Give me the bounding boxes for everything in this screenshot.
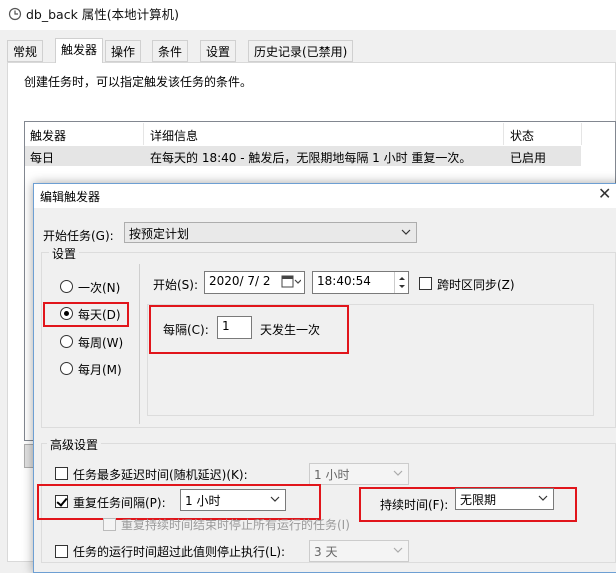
duration-dropdown[interactable]: 无限期 bbox=[455, 488, 554, 510]
sync-timezones-label[interactable]: 跨时区同步(Z) bbox=[437, 276, 515, 293]
delay-label[interactable]: 任务最多延迟时间(随机延迟)(K): bbox=[73, 466, 248, 483]
chevron-down-icon bbox=[268, 491, 282, 507]
chevron-down-icon bbox=[391, 542, 405, 558]
start-date-value: 2020/ 7/ 2 bbox=[209, 274, 271, 288]
tab-triggers[interactable]: 触发器 bbox=[55, 38, 104, 63]
settings-group-label: 设置 bbox=[49, 245, 80, 262]
radio-monthly[interactable] bbox=[60, 362, 73, 375]
radio-once[interactable] bbox=[60, 280, 73, 293]
table-cell-trigger: 每日 bbox=[30, 151, 55, 165]
tab-actions[interactable]: 操作 bbox=[105, 40, 142, 62]
clock-icon bbox=[8, 7, 22, 21]
radio-daily[interactable] bbox=[60, 307, 73, 320]
dialog-titlebar bbox=[34, 184, 616, 208]
column-divider[interactable] bbox=[581, 123, 582, 145]
stop-longer-dropdown[interactable]: 3 天 bbox=[309, 540, 409, 562]
stop-at-end-checkbox[interactable] bbox=[103, 518, 116, 531]
delay-checkbox[interactable] bbox=[55, 467, 68, 480]
repeat-label[interactable]: 重复任务间隔(P): bbox=[73, 494, 166, 511]
tab-history[interactable]: 历史记录(已禁用) bbox=[248, 40, 354, 62]
tab-settings[interactable]: 设置 bbox=[200, 40, 237, 62]
column-header-details[interactable]: 详细信息 bbox=[150, 125, 198, 145]
begin-task-dropdown[interactable]: 按预定计划 bbox=[124, 222, 417, 243]
advanced-settings-label: 高级设置 bbox=[47, 436, 102, 453]
column-divider[interactable] bbox=[503, 123, 504, 145]
stop-at-end-label[interactable]: 重复持续时间结束时停止所有运行的任务(I) bbox=[121, 516, 350, 533]
dialog-title: 编辑触发器 bbox=[40, 190, 101, 204]
spin-up-icon[interactable] bbox=[394, 272, 408, 282]
column-header-status[interactable]: 状态 bbox=[510, 125, 534, 145]
stop-longer-value: 3 天 bbox=[314, 545, 338, 559]
radio-weekly-label[interactable]: 每周(W) bbox=[78, 334, 123, 351]
delay-dropdown[interactable]: 1 小时 bbox=[309, 463, 409, 485]
radio-once-label[interactable]: 一次(N) bbox=[78, 279, 120, 296]
radio-monthly-label[interactable]: 每月(M) bbox=[78, 361, 122, 378]
column-divider[interactable] bbox=[143, 123, 144, 145]
chevron-down-icon bbox=[399, 224, 413, 240]
repeat-checkbox[interactable] bbox=[55, 495, 68, 508]
recur-label: 每隔(C): bbox=[163, 323, 209, 337]
recur-suffix: 天发生一次 bbox=[260, 323, 321, 337]
repeat-interval-dropdown[interactable]: 1 小时 bbox=[180, 489, 286, 511]
sync-timezones-checkbox[interactable] bbox=[419, 277, 432, 290]
stop-longer-label[interactable]: 任务的运行时间超过此值则停止执行(L): bbox=[73, 543, 285, 560]
recur-days-input[interactable]: 1 bbox=[217, 316, 252, 339]
begin-task-value: 按预定计划 bbox=[129, 227, 190, 241]
window-title: db_back 属性(本地计算机) bbox=[26, 7, 180, 22]
begin-task-label: 开始任务(G): bbox=[43, 229, 114, 243]
stop-longer-checkbox[interactable] bbox=[55, 545, 68, 558]
duration-value: 无限期 bbox=[460, 493, 497, 507]
start-time-value: 18:40:54 bbox=[317, 274, 371, 288]
tab-conditions[interactable]: 条件 bbox=[152, 40, 189, 62]
start-date-picker[interactable]: 2020/ 7/ 2 bbox=[204, 271, 305, 294]
table-cell-status: 已启用 bbox=[510, 151, 547, 165]
triggers-description: 创建任务时，可以指定触发该任务的条件。 bbox=[24, 75, 253, 89]
delay-value: 1 小时 bbox=[314, 468, 350, 482]
close-icon[interactable]: ✕ bbox=[598, 184, 611, 203]
start-label: 开始(S): bbox=[153, 278, 199, 292]
spin-down-icon[interactable] bbox=[394, 282, 408, 293]
settings-divider bbox=[139, 264, 140, 424]
repeat-interval-value: 1 小时 bbox=[185, 494, 221, 508]
calendar-dropdown-icon[interactable] bbox=[281, 275, 302, 292]
chevron-down-icon bbox=[536, 490, 550, 506]
radio-weekly[interactable] bbox=[60, 335, 73, 348]
chevron-down-icon bbox=[391, 465, 405, 481]
radio-daily-label[interactable]: 每天(D) bbox=[78, 306, 121, 323]
column-header-trigger[interactable]: 触发器 bbox=[30, 125, 66, 145]
tab-general[interactable]: 常规 bbox=[7, 40, 44, 62]
table-cell-details: 在每天的 18:40 - 触发后，无限期地每隔 1 小时 重复一次。 bbox=[150, 151, 472, 165]
duration-label: 持续时间(F): bbox=[380, 498, 449, 512]
